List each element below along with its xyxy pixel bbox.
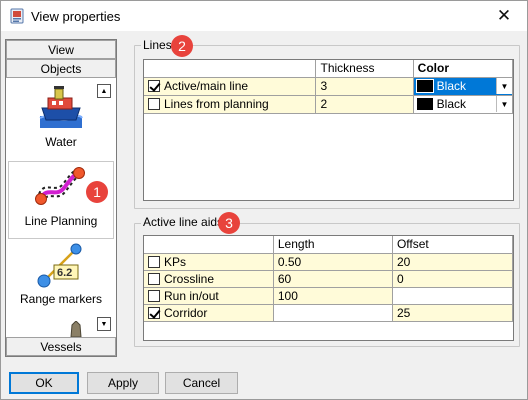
nav-header-vessels[interactable]: Vessels [6, 337, 116, 356]
aid-name: Run in/out [164, 288, 219, 303]
arrow-down-icon: ▼ [100, 320, 108, 328]
nav-item-range-markers[interactable]: 6.2 Range markers [6, 243, 116, 307]
lines-col-color[interactable]: Color [413, 60, 513, 78]
category-nav: View Objects Water ▲ Line Planning 1 6.2… [5, 39, 117, 357]
color-name: Black [436, 79, 467, 93]
color-cell[interactable]: Black ▼ [413, 77, 513, 96]
aid-name: Corridor [164, 305, 208, 320]
partial-item-icon [70, 321, 82, 337]
table-row: Corridor 25 [144, 304, 513, 322]
table-row: Lines from planning 2 Black ▼ [144, 95, 513, 114]
color-dropdown[interactable]: Black ▼ [413, 77, 512, 94]
color-name: Black [436, 97, 467, 111]
ship-icon [39, 86, 83, 128]
offset-cell[interactable]: 25 [392, 304, 513, 322]
chevron-down-icon[interactable]: ▼ [496, 96, 511, 112]
table-row: Active/main line 3 Black ▼ [144, 77, 513, 96]
apply-button[interactable]: Apply [87, 372, 159, 394]
offset-cell[interactable]: 20 [392, 253, 513, 271]
lines-col-name [144, 60, 317, 78]
scroll-down-button[interactable]: ▼ [97, 317, 111, 331]
aids-col-length[interactable]: Length [273, 236, 393, 254]
length-cell[interactable]: 60 [273, 270, 393, 288]
thickness-cell[interactable]: 3 [315, 77, 414, 96]
nav-item-label: Water [45, 135, 77, 149]
kps-checkbox[interactable] [148, 255, 160, 268]
color-swatch [416, 98, 433, 110]
chevron-down-icon[interactable]: ▼ [496, 78, 512, 94]
callout-badge-3: 3 [218, 212, 240, 234]
aids-col-offset[interactable]: Offset [392, 236, 513, 254]
range-marker-icon: 6.2 [37, 243, 82, 288]
active-line-checkbox[interactable] [148, 80, 160, 92]
nav-item-label: Line Planning [24, 214, 98, 228]
cancel-button[interactable]: Cancel [165, 372, 238, 394]
run-in-out-checkbox[interactable] [148, 289, 160, 302]
aids-col-name [144, 236, 274, 254]
color-cell[interactable]: Black ▼ [413, 95, 513, 114]
app-icon [10, 8, 24, 24]
scroll-up-button[interactable]: ▲ [97, 84, 111, 98]
lines-grid: Thickness Color Active/main line 3 Black… [143, 59, 514, 201]
line-name: Lines from planning [164, 97, 269, 111]
aid-name-cell[interactable]: KPs [144, 253, 274, 271]
range-marker-value: 6.2 [57, 267, 72, 279]
aid-name-cell[interactable]: Crossline [144, 270, 274, 288]
view-properties-dialog: View properties ✕ View Objects Water ▲ L… [0, 0, 528, 400]
nav-item-label: Range markers [19, 292, 103, 306]
aids-grid: Length Offset KPs 0.50 20 Crossline 60 0… [143, 235, 514, 341]
arrow-up-icon: ▲ [100, 87, 108, 95]
table-row: KPs 0.50 20 [144, 253, 513, 271]
aid-name: Crossline [164, 271, 215, 286]
close-icon: ✕ [496, 6, 512, 25]
nav-header-objects[interactable]: Objects [6, 59, 116, 78]
offset-cell [392, 287, 513, 305]
callout-badge-2: 2 [171, 35, 193, 57]
line-name-cell[interactable]: Lines from planning [144, 95, 317, 114]
window-title: View properties [31, 9, 121, 24]
color-swatch [415, 79, 434, 93]
length-cell[interactable]: 100 [273, 287, 393, 305]
nav-header-view[interactable]: View [6, 40, 116, 59]
line-name-cell[interactable]: Active/main line [144, 77, 317, 96]
corridor-checkbox[interactable] [148, 306, 160, 319]
table-row: Run in/out 100 [144, 287, 513, 305]
lines-col-thickness[interactable]: Thickness [315, 60, 414, 78]
length-cell[interactable]: 0.50 [273, 253, 393, 271]
aids-group-title: Active line aids [141, 215, 226, 229]
title-bar: View properties ✕ [1, 1, 527, 31]
table-row: Crossline 60 0 [144, 270, 513, 288]
line-planning-icon [35, 167, 85, 205]
crossline-checkbox[interactable] [148, 272, 160, 285]
line-name: Active/main line [164, 79, 249, 93]
aid-name-cell[interactable]: Run in/out [144, 287, 274, 305]
color-dropdown[interactable]: Black ▼ [414, 96, 512, 112]
thickness-cell[interactable]: 2 [315, 95, 414, 114]
offset-cell[interactable]: 0 [392, 270, 513, 288]
callout-badge-1: 1 [86, 181, 108, 203]
ok-button[interactable]: OK [9, 372, 79, 394]
close-button[interactable]: ✕ [481, 1, 527, 31]
planning-lines-checkbox[interactable] [148, 98, 160, 110]
length-cell [273, 304, 393, 322]
aid-name: KPs [164, 254, 187, 269]
aid-name-cell[interactable]: Corridor [144, 304, 274, 322]
lines-group-title: Lines [141, 38, 174, 52]
